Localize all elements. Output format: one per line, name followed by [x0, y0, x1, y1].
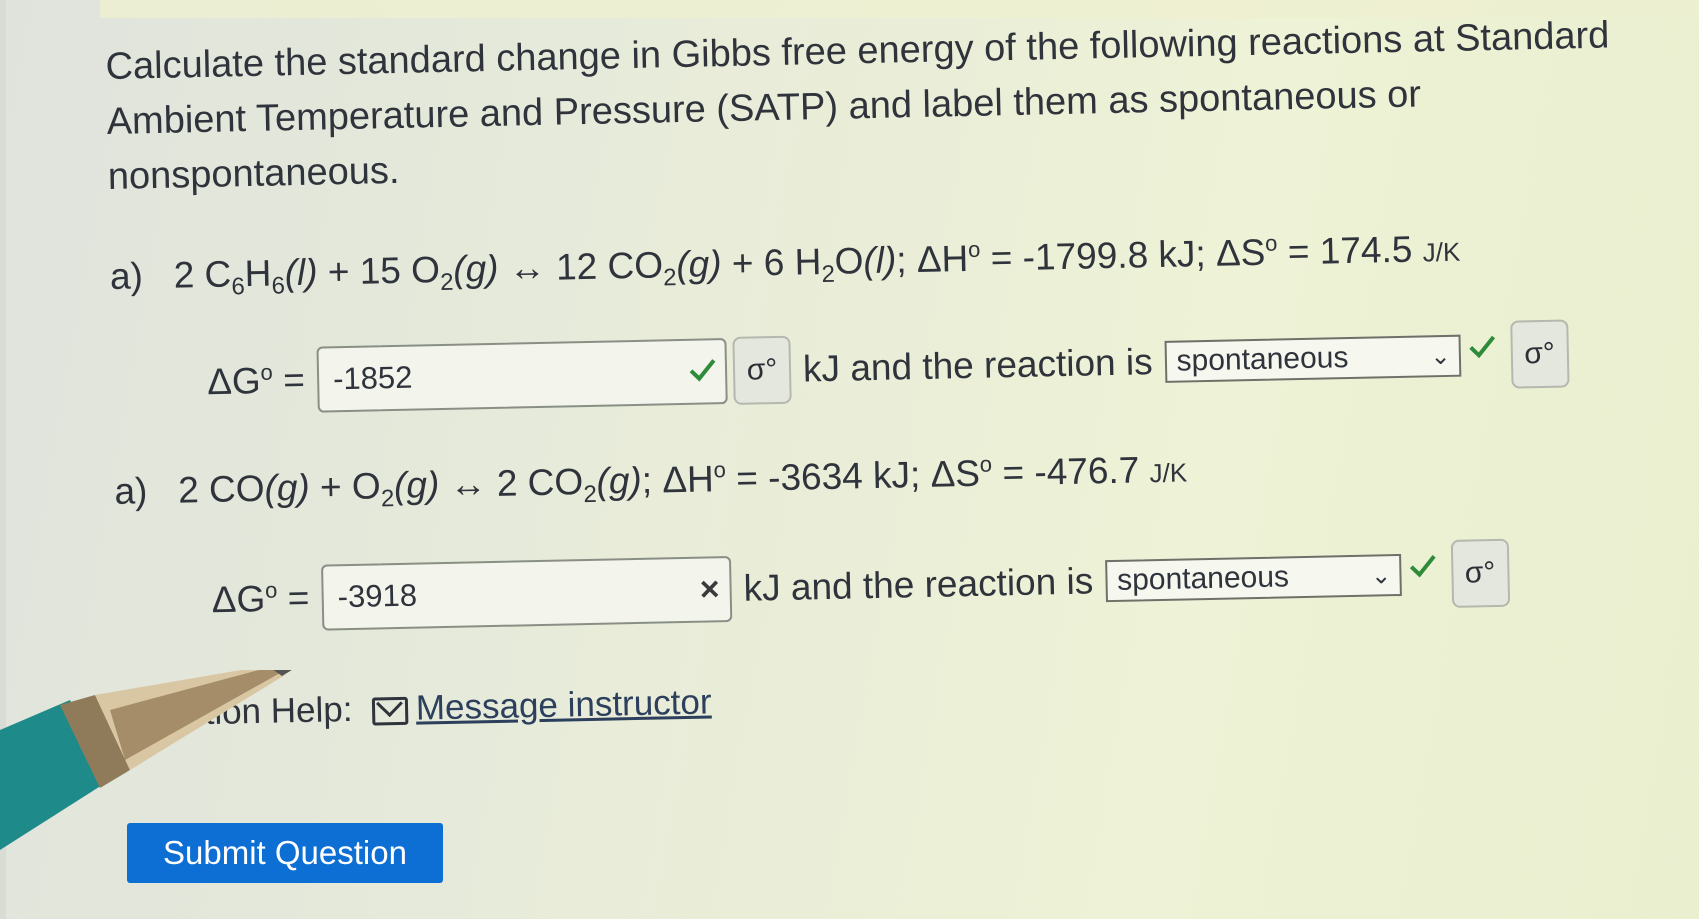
reaction-1-label: a) [109, 255, 144, 297]
delta-g-label: ΔGo = [211, 577, 310, 621]
chevron-down-icon: ⌄ [1430, 342, 1451, 370]
chevron-down-icon: ⌄ [1370, 561, 1392, 590]
unit-j-per-k: J/K [1422, 236, 1461, 268]
unit-j-per-k: J/K [1149, 457, 1188, 489]
delta-g-input-2[interactable]: -3918 × [321, 556, 733, 631]
correct-check-icon [1468, 335, 1495, 359]
correct-check-icon [689, 359, 716, 382]
key-icon-button-3[interactable]: σ° [1450, 538, 1510, 608]
delta-g-input-1[interactable]: -1852 [316, 338, 728, 413]
reaction-2-answer-row: ΔGo = -3918 × kJ and the reaction is spo… [211, 538, 1510, 634]
reaction-1-answer-row: ΔGo = -1852 σ° kJ and the reaction is sp… [206, 319, 1570, 416]
pencil-image [0, 670, 292, 850]
message-instructor-link[interactable]: Message instructor [415, 682, 711, 727]
reaction-2-equation: a) 2 CO(g) + O2(g) ↔ 2 CO2(g); ΔHo = -36… [114, 449, 1188, 513]
incorrect-x-icon: × [699, 570, 721, 609]
correct-check-icon [1409, 555, 1436, 578]
delta-g-input-1-value: -1852 [332, 359, 413, 397]
spontaneity-select-2[interactable]: spontaneous ⌄ [1104, 553, 1402, 603]
reaction-1-equation: a) 2 C6H6(l) + 15 O2(g) ↔ 12 CO2(g) + 6 … [109, 228, 1461, 301]
key-icon-button-2[interactable]: σ° [1509, 319, 1570, 389]
key-icon-button-1[interactable]: σ° [732, 335, 792, 405]
key-icon: σ° [746, 352, 778, 387]
spontaneity-select-1[interactable]: spontaneous ⌄ [1164, 334, 1461, 383]
question-content: Calculate the standard change in Gibbs f… [105, 7, 1698, 733]
reaction-1-mid-text: kJ and the reaction is [802, 341, 1154, 390]
reaction-2-label: a) [114, 470, 148, 512]
mail-icon [371, 696, 409, 726]
delta-g-label: ΔGo = [206, 359, 306, 403]
question-prompt: Calculate the standard change in Gibbs f… [105, 14, 1610, 198]
reaction-2-mid-text: kJ and the reaction is [743, 560, 1094, 609]
key-icon: σ° [1464, 556, 1496, 590]
key-icon: σ° [1523, 336, 1556, 371]
delta-g-input-2-value: -3918 [337, 577, 418, 615]
